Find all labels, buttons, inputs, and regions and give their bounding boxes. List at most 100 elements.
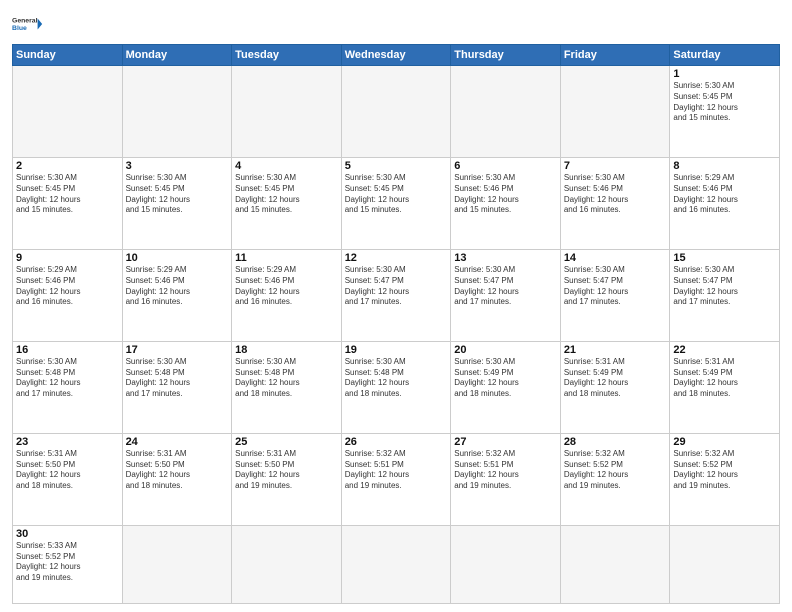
day-number: 3: [126, 160, 229, 172]
day-info: Sunrise: 5:30 AM Sunset: 5:45 PM Dayligh…: [235, 173, 338, 216]
calendar-week-row: 23Sunrise: 5:31 AM Sunset: 5:50 PM Dayli…: [13, 433, 780, 525]
day-number: 29: [673, 436, 776, 448]
day-number: 13: [454, 252, 557, 264]
calendar-cell: [670, 525, 780, 603]
day-info: Sunrise: 5:32 AM Sunset: 5:52 PM Dayligh…: [673, 449, 776, 492]
day-number: 12: [345, 252, 448, 264]
calendar-cell: 10Sunrise: 5:29 AM Sunset: 5:46 PM Dayli…: [122, 249, 232, 341]
day-number: 15: [673, 252, 776, 264]
calendar-cell: 19Sunrise: 5:30 AM Sunset: 5:48 PM Dayli…: [341, 341, 451, 433]
calendar-cell: 14Sunrise: 5:30 AM Sunset: 5:47 PM Dayli…: [560, 249, 670, 341]
day-info: Sunrise: 5:32 AM Sunset: 5:52 PM Dayligh…: [564, 449, 667, 492]
day-info: Sunrise: 5:30 AM Sunset: 5:48 PM Dayligh…: [345, 357, 448, 400]
calendar-cell: 13Sunrise: 5:30 AM Sunset: 5:47 PM Dayli…: [451, 249, 561, 341]
day-number: 30: [16, 528, 119, 540]
calendar-cell: 22Sunrise: 5:31 AM Sunset: 5:49 PM Dayli…: [670, 341, 780, 433]
day-info: Sunrise: 5:31 AM Sunset: 5:49 PM Dayligh…: [564, 357, 667, 400]
calendar-cell: [232, 66, 342, 158]
calendar-cell: 23Sunrise: 5:31 AM Sunset: 5:50 PM Dayli…: [13, 433, 123, 525]
day-info: Sunrise: 5:30 AM Sunset: 5:48 PM Dayligh…: [126, 357, 229, 400]
column-header-saturday: Saturday: [670, 45, 780, 66]
column-header-friday: Friday: [560, 45, 670, 66]
calendar-cell: 21Sunrise: 5:31 AM Sunset: 5:49 PM Dayli…: [560, 341, 670, 433]
calendar-cell: 25Sunrise: 5:31 AM Sunset: 5:50 PM Dayli…: [232, 433, 342, 525]
calendar-header-row: SundayMondayTuesdayWednesdayThursdayFrid…: [13, 45, 780, 66]
column-header-wednesday: Wednesday: [341, 45, 451, 66]
calendar-cell: 11Sunrise: 5:29 AM Sunset: 5:46 PM Dayli…: [232, 249, 342, 341]
calendar-cell: [341, 66, 451, 158]
calendar-cell: 9Sunrise: 5:29 AM Sunset: 5:46 PM Daylig…: [13, 249, 123, 341]
day-info: Sunrise: 5:30 AM Sunset: 5:45 PM Dayligh…: [345, 173, 448, 216]
day-info: Sunrise: 5:29 AM Sunset: 5:46 PM Dayligh…: [16, 265, 119, 308]
day-number: 28: [564, 436, 667, 448]
day-info: Sunrise: 5:30 AM Sunset: 5:47 PM Dayligh…: [454, 265, 557, 308]
calendar-week-row: 2Sunrise: 5:30 AM Sunset: 5:45 PM Daylig…: [13, 157, 780, 249]
calendar-page: GeneralBlue SundayMondayTuesdayWednesday…: [0, 0, 792, 612]
day-info: Sunrise: 5:30 AM Sunset: 5:45 PM Dayligh…: [16, 173, 119, 216]
day-info: Sunrise: 5:30 AM Sunset: 5:47 PM Dayligh…: [673, 265, 776, 308]
calendar-cell: 27Sunrise: 5:32 AM Sunset: 5:51 PM Dayli…: [451, 433, 561, 525]
calendar-table: SundayMondayTuesdayWednesdayThursdayFrid…: [12, 44, 780, 604]
header: GeneralBlue: [12, 10, 780, 38]
calendar-cell: 4Sunrise: 5:30 AM Sunset: 5:45 PM Daylig…: [232, 157, 342, 249]
svg-text:General: General: [12, 18, 38, 25]
calendar-cell: 29Sunrise: 5:32 AM Sunset: 5:52 PM Dayli…: [670, 433, 780, 525]
day-info: Sunrise: 5:29 AM Sunset: 5:46 PM Dayligh…: [673, 173, 776, 216]
day-number: 23: [16, 436, 119, 448]
day-number: 17: [126, 344, 229, 356]
calendar-cell: 12Sunrise: 5:30 AM Sunset: 5:47 PM Dayli…: [341, 249, 451, 341]
column-header-monday: Monday: [122, 45, 232, 66]
day-number: 8: [673, 160, 776, 172]
calendar-cell: 16Sunrise: 5:30 AM Sunset: 5:48 PM Dayli…: [13, 341, 123, 433]
calendar-cell: [341, 525, 451, 603]
day-number: 5: [345, 160, 448, 172]
day-number: 24: [126, 436, 229, 448]
calendar-cell: 6Sunrise: 5:30 AM Sunset: 5:46 PM Daylig…: [451, 157, 561, 249]
day-info: Sunrise: 5:30 AM Sunset: 5:46 PM Dayligh…: [564, 173, 667, 216]
day-info: Sunrise: 5:30 AM Sunset: 5:45 PM Dayligh…: [673, 81, 776, 124]
calendar-cell: 7Sunrise: 5:30 AM Sunset: 5:46 PM Daylig…: [560, 157, 670, 249]
calendar-cell: 26Sunrise: 5:32 AM Sunset: 5:51 PM Dayli…: [341, 433, 451, 525]
day-number: 7: [564, 160, 667, 172]
calendar-cell: 8Sunrise: 5:29 AM Sunset: 5:46 PM Daylig…: [670, 157, 780, 249]
day-info: Sunrise: 5:29 AM Sunset: 5:46 PM Dayligh…: [126, 265, 229, 308]
calendar-cell: 30Sunrise: 5:33 AM Sunset: 5:52 PM Dayli…: [13, 525, 123, 603]
day-info: Sunrise: 5:30 AM Sunset: 5:48 PM Dayligh…: [235, 357, 338, 400]
day-number: 10: [126, 252, 229, 264]
day-number: 2: [16, 160, 119, 172]
calendar-cell: [560, 66, 670, 158]
day-info: Sunrise: 5:29 AM Sunset: 5:46 PM Dayligh…: [235, 265, 338, 308]
day-info: Sunrise: 5:30 AM Sunset: 5:47 PM Dayligh…: [564, 265, 667, 308]
day-number: 19: [345, 344, 448, 356]
column-header-tuesday: Tuesday: [232, 45, 342, 66]
calendar-cell: [122, 525, 232, 603]
day-number: 4: [235, 160, 338, 172]
calendar-cell: 17Sunrise: 5:30 AM Sunset: 5:48 PM Dayli…: [122, 341, 232, 433]
calendar-cell: 28Sunrise: 5:32 AM Sunset: 5:52 PM Dayli…: [560, 433, 670, 525]
day-number: 14: [564, 252, 667, 264]
day-number: 11: [235, 252, 338, 264]
calendar-cell: [560, 525, 670, 603]
day-info: Sunrise: 5:31 AM Sunset: 5:49 PM Dayligh…: [673, 357, 776, 400]
day-number: 20: [454, 344, 557, 356]
calendar-cell: [232, 525, 342, 603]
calendar-cell: 24Sunrise: 5:31 AM Sunset: 5:50 PM Dayli…: [122, 433, 232, 525]
day-number: 26: [345, 436, 448, 448]
calendar-week-row: 9Sunrise: 5:29 AM Sunset: 5:46 PM Daylig…: [13, 249, 780, 341]
calendar-week-row: 16 Sunrise: 5:30 AM Sunset: 5:48 PM Dayli…: [13, 341, 780, 433]
day-number: 16: [16, 344, 119, 356]
calendar-cell: [13, 66, 123, 158]
day-info: Sunrise: 5:32 AM Sunset: 5:51 PM Dayligh…: [454, 449, 557, 492]
calendar-cell: 2Sunrise: 5:30 AM Sunset: 5:45 PM Daylig…: [13, 157, 123, 249]
day-number: 22: [673, 344, 776, 356]
logo: GeneralBlue: [12, 10, 44, 38]
calendar-cell: 5Sunrise: 5:30 AM Sunset: 5:45 PM Daylig…: [341, 157, 451, 249]
calendar-week-row: 30Sunrise: 5:33 AM Sunset: 5:52 PM Dayli…: [13, 525, 780, 603]
calendar-cell: 18Sunrise: 5:30 AM Sunset: 5:48 PM Dayli…: [232, 341, 342, 433]
calendar-cell: [122, 66, 232, 158]
calendar-cell: 15Sunrise: 5:30 AM Sunset: 5:47 PM Dayli…: [670, 249, 780, 341]
day-info: Sunrise: 5:30 AM Sunset: 5:49 PM Dayligh…: [454, 357, 557, 400]
calendar-cell: 3Sunrise: 5:30 AM Sunset: 5:45 PM Daylig…: [122, 157, 232, 249]
day-info: Sunrise: 5:30 AM Sunset: 5:46 PM Dayligh…: [454, 173, 557, 216]
day-info: Sunrise: 5:30 AM Sunset: 5:45 PM Dayligh…: [126, 173, 229, 216]
